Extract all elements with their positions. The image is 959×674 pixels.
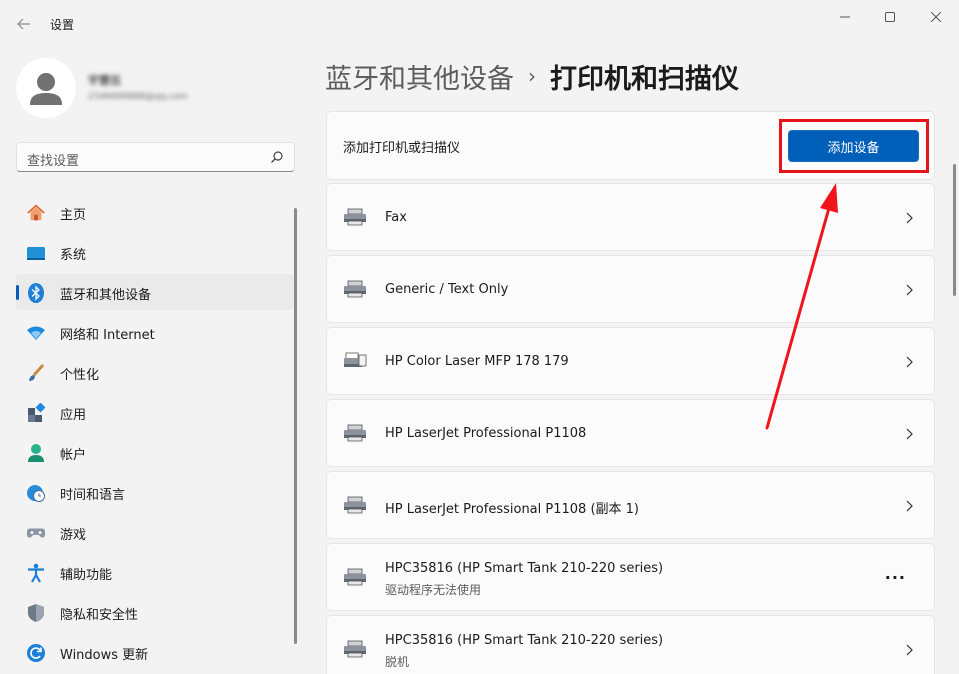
printer-icon: [344, 208, 366, 226]
wifi-icon: [26, 323, 46, 343]
sidebar-item-label: 个性化: [60, 368, 100, 383]
breadcrumb-parent[interactable]: 蓝牙和其他设备: [325, 57, 514, 96]
printer-name: HPC35816 (HP Smart Tank 210-220 series): [385, 561, 664, 576]
chevron-right-icon: [906, 356, 913, 368]
sidebar-item-label: 时间和语言: [60, 488, 126, 503]
account-icon: [26, 443, 46, 463]
printer-item-generic[interactable]: Generic / Text Only: [326, 255, 935, 323]
sidebar-scrollbar[interactable]: [294, 208, 297, 644]
system-icon: [26, 243, 46, 263]
printer-icon: [344, 424, 366, 442]
sidebar-item-bluetooth[interactable]: 蓝牙和其他设备: [16, 274, 294, 310]
sidebar-nav: 主页 系统 蓝牙和其他设备 网络和 Internet 个性化 应用 帐户 时间和…: [16, 194, 294, 674]
printer-status: 脱机: [385, 655, 410, 669]
more-options-icon[interactable]: ···: [885, 568, 906, 587]
printer-name: Generic / Text Only: [385, 282, 509, 297]
add-device-button[interactable]: 添加设备: [788, 130, 919, 162]
home-icon: [26, 203, 46, 223]
sidebar-item-label: 应用: [60, 408, 87, 423]
gamepad-icon: [26, 523, 46, 543]
chevron-right-icon: [906, 500, 913, 512]
printer-status: 驱动程序无法使用: [385, 583, 482, 597]
sidebar-item-label: 隐私和安全性: [60, 608, 139, 623]
chevron-right-icon: [906, 212, 913, 224]
accessibility-icon: [26, 563, 46, 583]
printer-item-hpc35816[interactable]: HPC35816 (HP Smart Tank 210-220 series) …: [326, 543, 935, 611]
sidebar-item-network[interactable]: 网络和 Internet: [16, 314, 294, 350]
sidebar-item-label: 辅助功能: [60, 568, 113, 583]
sidebar-item-windows-update[interactable]: Windows 更新: [16, 634, 294, 670]
printer-item-hpc35816-offline[interactable]: HPC35816 (HP Smart Tank 210-220 series) …: [326, 615, 935, 674]
sidebar-item-time-language[interactable]: 时间和语言: [16, 474, 294, 510]
page-title: 打印机和扫描仪: [550, 63, 739, 95]
bluetooth-icon: [26, 283, 46, 303]
printer-name: HP LaserJet Professional P1108 (副本 1): [385, 502, 639, 517]
sidebar-item-label: 主页: [60, 208, 87, 223]
close-icon: [931, 12, 941, 22]
brush-icon: [26, 363, 46, 383]
sidebar-item-label: 网络和 Internet: [60, 328, 155, 343]
main-scrollbar[interactable]: [953, 164, 956, 296]
sidebar-item-gaming[interactable]: 游戏: [16, 514, 294, 550]
printer-icon: [344, 640, 366, 658]
printer-name: HP LaserJet Professional P1108: [385, 426, 587, 441]
chevron-right-icon: [906, 428, 913, 440]
avatar: [16, 58, 76, 118]
breadcrumb-separator: ›: [528, 64, 536, 88]
printer-name: HP Color Laser MFP 178 179: [385, 354, 569, 369]
maximize-button[interactable]: [867, 4, 913, 30]
apps-icon: [26, 403, 46, 423]
printer-icon: [344, 280, 366, 298]
search-placeholder: 查找设置: [27, 154, 80, 169]
user-avatar-icon: [30, 73, 62, 105]
printer-item-hp-color-laser[interactable]: HP Color Laser MFP 178 179: [326, 327, 935, 395]
sidebar-item-label: 帐户: [60, 448, 87, 463]
profile-name: 宇慧伍: [88, 74, 121, 87]
search-icon: [271, 151, 283, 163]
printer-icon: [344, 496, 366, 514]
minimize-icon: [840, 16, 850, 18]
printer-icon: [344, 568, 366, 586]
clock-globe-icon: [26, 483, 46, 503]
back-button[interactable]: [10, 10, 38, 38]
maximize-icon: [885, 12, 895, 22]
search-input[interactable]: 查找设置: [16, 142, 295, 172]
printer-item-hp-laserjet-copy[interactable]: HP LaserJet Professional P1108 (副本 1): [326, 471, 935, 539]
app-title: 设置: [50, 18, 75, 32]
sidebar-item-home[interactable]: 主页: [16, 194, 294, 230]
sidebar-item-accounts[interactable]: 帐户: [16, 434, 294, 470]
sidebar-item-label: Windows 更新: [60, 648, 149, 663]
sidebar-item-privacy[interactable]: 隐私和安全性: [16, 594, 294, 630]
close-button[interactable]: [913, 4, 959, 30]
add-printer-card: 添加打印机或扫描仪 添加设备: [326, 111, 935, 180]
update-icon: [26, 643, 46, 663]
mfp-printer-icon: [344, 352, 367, 367]
printer-item-hp-laserjet[interactable]: HP LaserJet Professional P1108: [326, 399, 935, 467]
sidebar-item-apps[interactable]: 应用: [16, 394, 294, 430]
add-printer-label: 添加打印机或扫描仪: [343, 141, 461, 156]
sidebar-item-label: 系统: [60, 248, 87, 263]
printer-name: HPC35816 (HP Smart Tank 210-220 series): [385, 633, 664, 648]
back-arrow-icon: [17, 18, 30, 30]
sidebar-item-label: 游戏: [60, 528, 87, 543]
chevron-right-icon: [906, 644, 913, 656]
shield-icon: [26, 603, 46, 623]
chevron-right-icon: [906, 284, 913, 296]
title-bar: 设置: [0, 0, 959, 46]
minimize-button[interactable]: [822, 4, 868, 30]
breadcrumb: 蓝牙和其他设备 › 打印机和扫描仪: [325, 56, 739, 96]
printer-name: Fax: [385, 210, 407, 225]
sidebar-item-system[interactable]: 系统: [16, 234, 294, 270]
sidebar-item-personalization[interactable]: 个性化: [16, 354, 294, 390]
sidebar-item-label: 蓝牙和其他设备: [60, 288, 152, 303]
user-profile[interactable]: 宇慧伍 2349499888@qq.com: [16, 58, 296, 118]
profile-email: 2349499888@qq.com: [88, 92, 188, 102]
sidebar-item-accessibility[interactable]: 辅助功能: [16, 554, 294, 590]
printer-item-fax[interactable]: Fax: [326, 183, 935, 251]
